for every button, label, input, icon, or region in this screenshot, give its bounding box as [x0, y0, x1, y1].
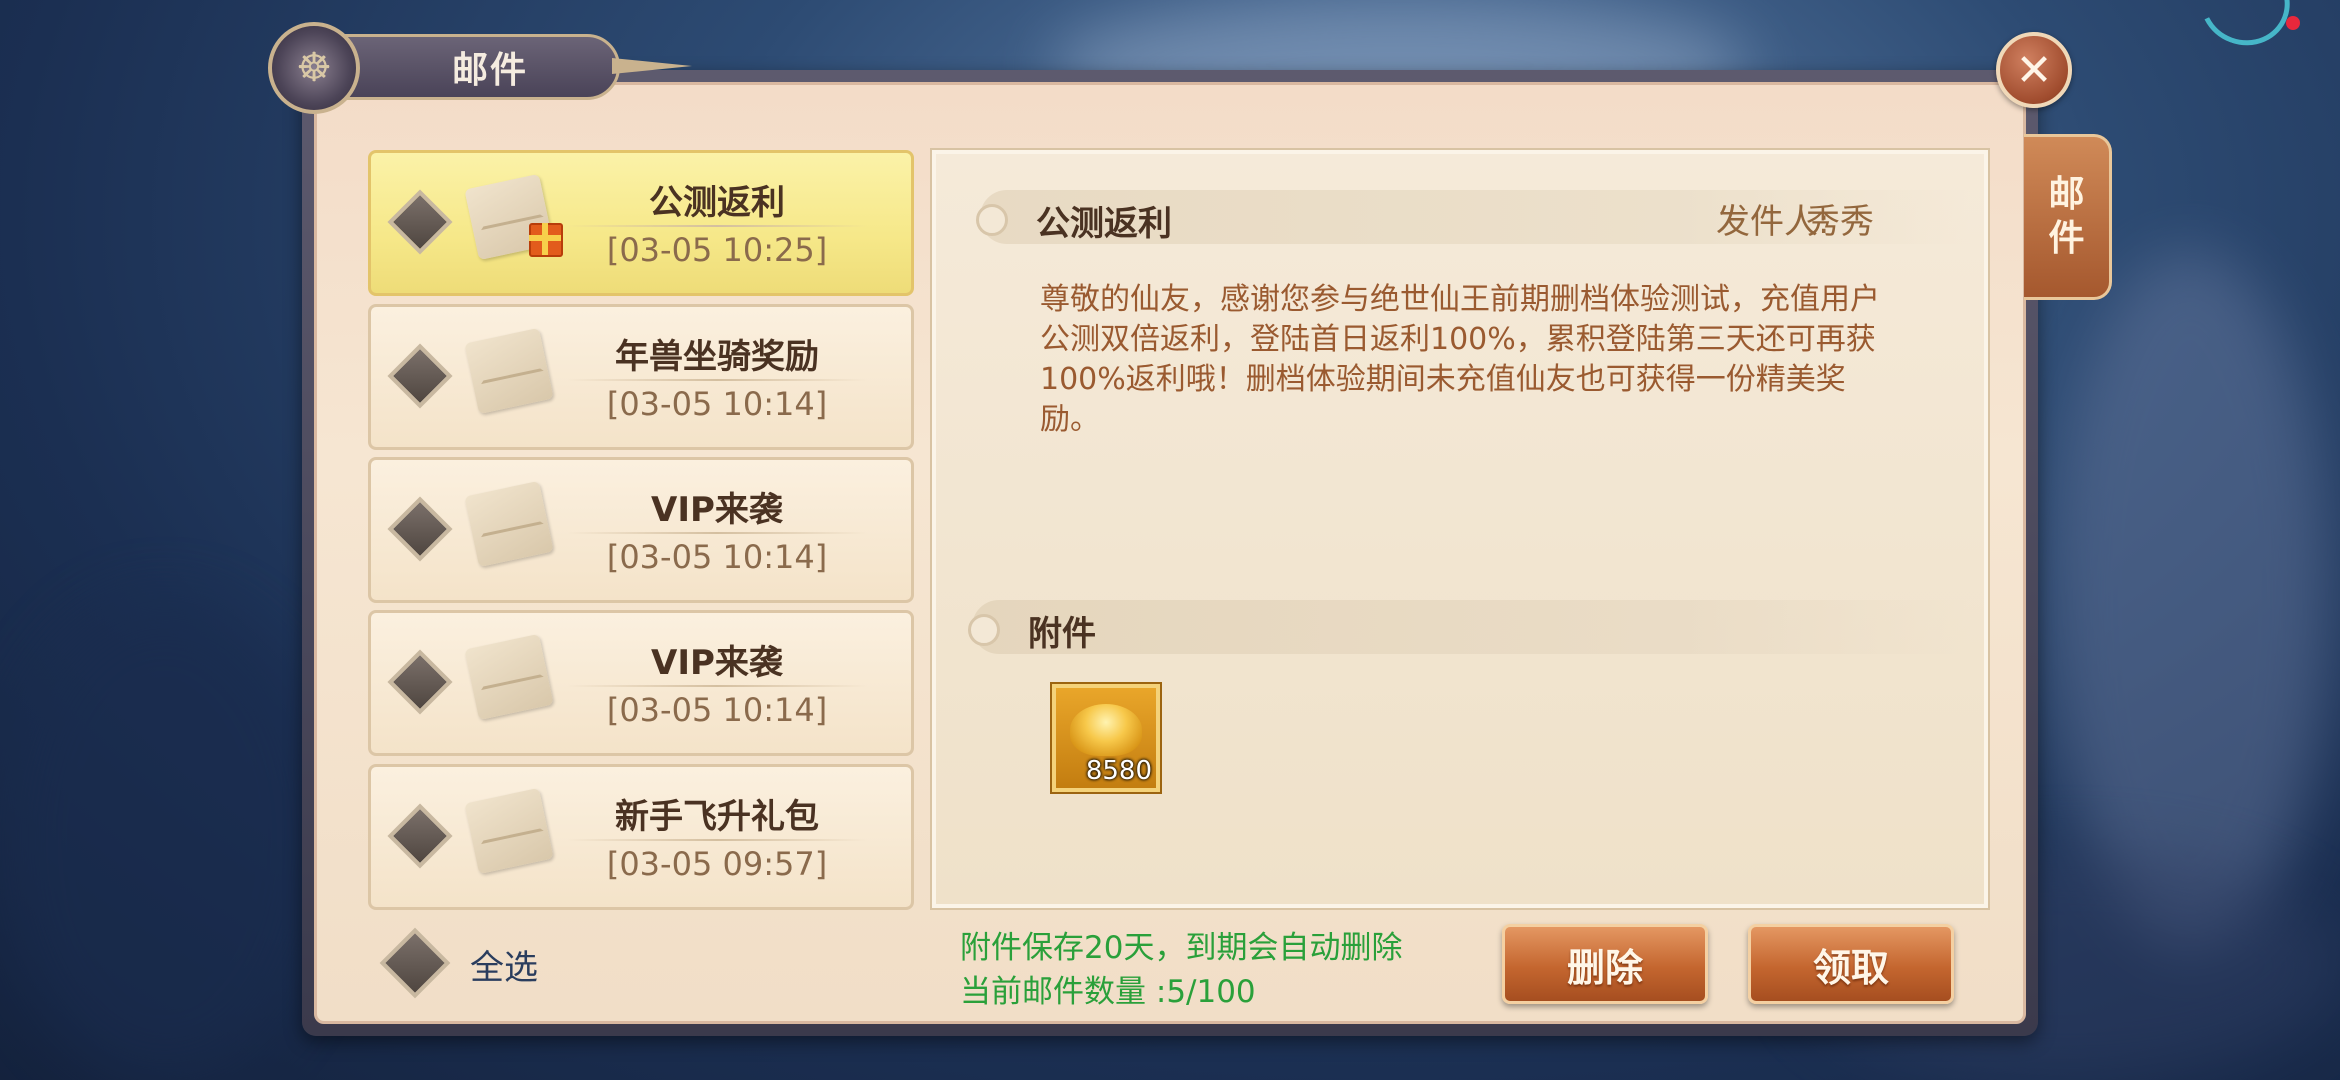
- envelope-icon: [464, 480, 554, 568]
- item-count: 8580: [1085, 756, 1152, 786]
- mail-body: 尊敬的仙友，感谢您参与绝世仙王前期删档体验测试，充值用户公测双倍返利，登陆首日返…: [1040, 282, 1880, 437]
- envelope-icon: [464, 787, 554, 875]
- mail-title: VIP来袭: [651, 643, 783, 683]
- mail-date: [03-05 10:14]: [606, 691, 828, 729]
- background-shadow: [0, 600, 330, 1080]
- bar-ornament: [976, 204, 1008, 236]
- divider: [567, 379, 867, 381]
- attachment-item[interactable]: 8580: [1050, 682, 1162, 794]
- mail-item[interactable]: VIP来袭 [03-05 10:14]: [368, 610, 914, 756]
- mail-item[interactable]: 新手飞升礼包 [03-05 09:57]: [368, 764, 914, 910]
- gold-ingot-icon: [1070, 704, 1142, 756]
- mail-item[interactable]: 年兽坐骑奖励 [03-05 10:14]: [368, 304, 914, 450]
- attachment-notice: 附件保存20天，到期会自动删除: [960, 930, 1403, 966]
- delete-button-label: 删除: [1566, 945, 1643, 990]
- divider: [567, 532, 867, 534]
- mail-date: [03-05 09:57]: [606, 845, 828, 883]
- tab-mail-label-2: 件: [2048, 218, 2085, 259]
- divider: [567, 685, 867, 687]
- divider: [567, 225, 867, 227]
- mail-detail-panel: [930, 148, 1990, 910]
- tab-mail[interactable]: 邮 件: [2024, 134, 2112, 300]
- title-tab-ornament: [612, 58, 692, 74]
- envelope-icon: [464, 633, 554, 721]
- claim-button[interactable]: 领取: [1748, 924, 1954, 1004]
- mail-date: [03-05 10:14]: [606, 538, 828, 576]
- gift-icon: [529, 223, 563, 257]
- mail-date: [03-05 10:25]: [606, 231, 828, 269]
- bar-ornament: [968, 614, 1000, 646]
- mail-title: 年兽坐骑奖励: [615, 337, 819, 377]
- mail-count-label: 当前邮件数量 :: [960, 974, 1167, 1010]
- window-title-tab: 邮件: [320, 34, 620, 100]
- mail-list[interactable]: 公测返利 [03-05 10:25] 年兽坐骑奖励 [03-05 10:14] …: [368, 150, 916, 910]
- compass-emblem-icon: ☸: [268, 22, 360, 114]
- delete-button[interactable]: 删除: [1502, 924, 1708, 1004]
- mail-title: 新手飞升礼包: [615, 797, 819, 837]
- mail-checkbox[interactable]: [387, 189, 453, 255]
- envelope-icon: [464, 327, 554, 415]
- tab-mail-label-1: 邮: [2048, 174, 2085, 215]
- close-button[interactable]: ✕: [1996, 32, 2072, 108]
- claim-button-label: 领取: [1812, 945, 1889, 990]
- mail-item[interactable]: VIP来袭 [03-05 10:14]: [368, 457, 914, 603]
- mail-date: [03-05 10:14]: [606, 385, 828, 423]
- mail-checkbox[interactable]: [387, 496, 453, 562]
- mail-item[interactable]: 公测返利 [03-05 10:25]: [368, 150, 914, 296]
- mail-title: 公测返利: [649, 183, 785, 223]
- mail-title: VIP来袭: [651, 490, 783, 530]
- attachment-bar: [972, 600, 1972, 654]
- attachment-label: 附件: [1028, 614, 1096, 654]
- close-icon: ✕: [2015, 44, 2053, 96]
- notification-dot: [2286, 16, 2300, 30]
- mail-checkbox[interactable]: [387, 649, 453, 715]
- background-glow: [2050, 250, 2330, 950]
- divider: [567, 839, 867, 841]
- mail-checkbox[interactable]: [387, 343, 453, 409]
- select-all-label[interactable]: 全选: [470, 940, 538, 989]
- sender-name: 秀秀: [1806, 202, 1874, 242]
- mail-count-line: 当前邮件数量 :5/100: [960, 966, 1256, 1011]
- mail-subject: 公测返利: [1036, 204, 1172, 244]
- corner-indicator-icon[interactable]: [2188, 0, 2302, 58]
- mail-checkbox[interactable]: [387, 803, 453, 869]
- mail-count: 5/100: [1166, 974, 1256, 1010]
- window-title: 邮件: [451, 50, 528, 91]
